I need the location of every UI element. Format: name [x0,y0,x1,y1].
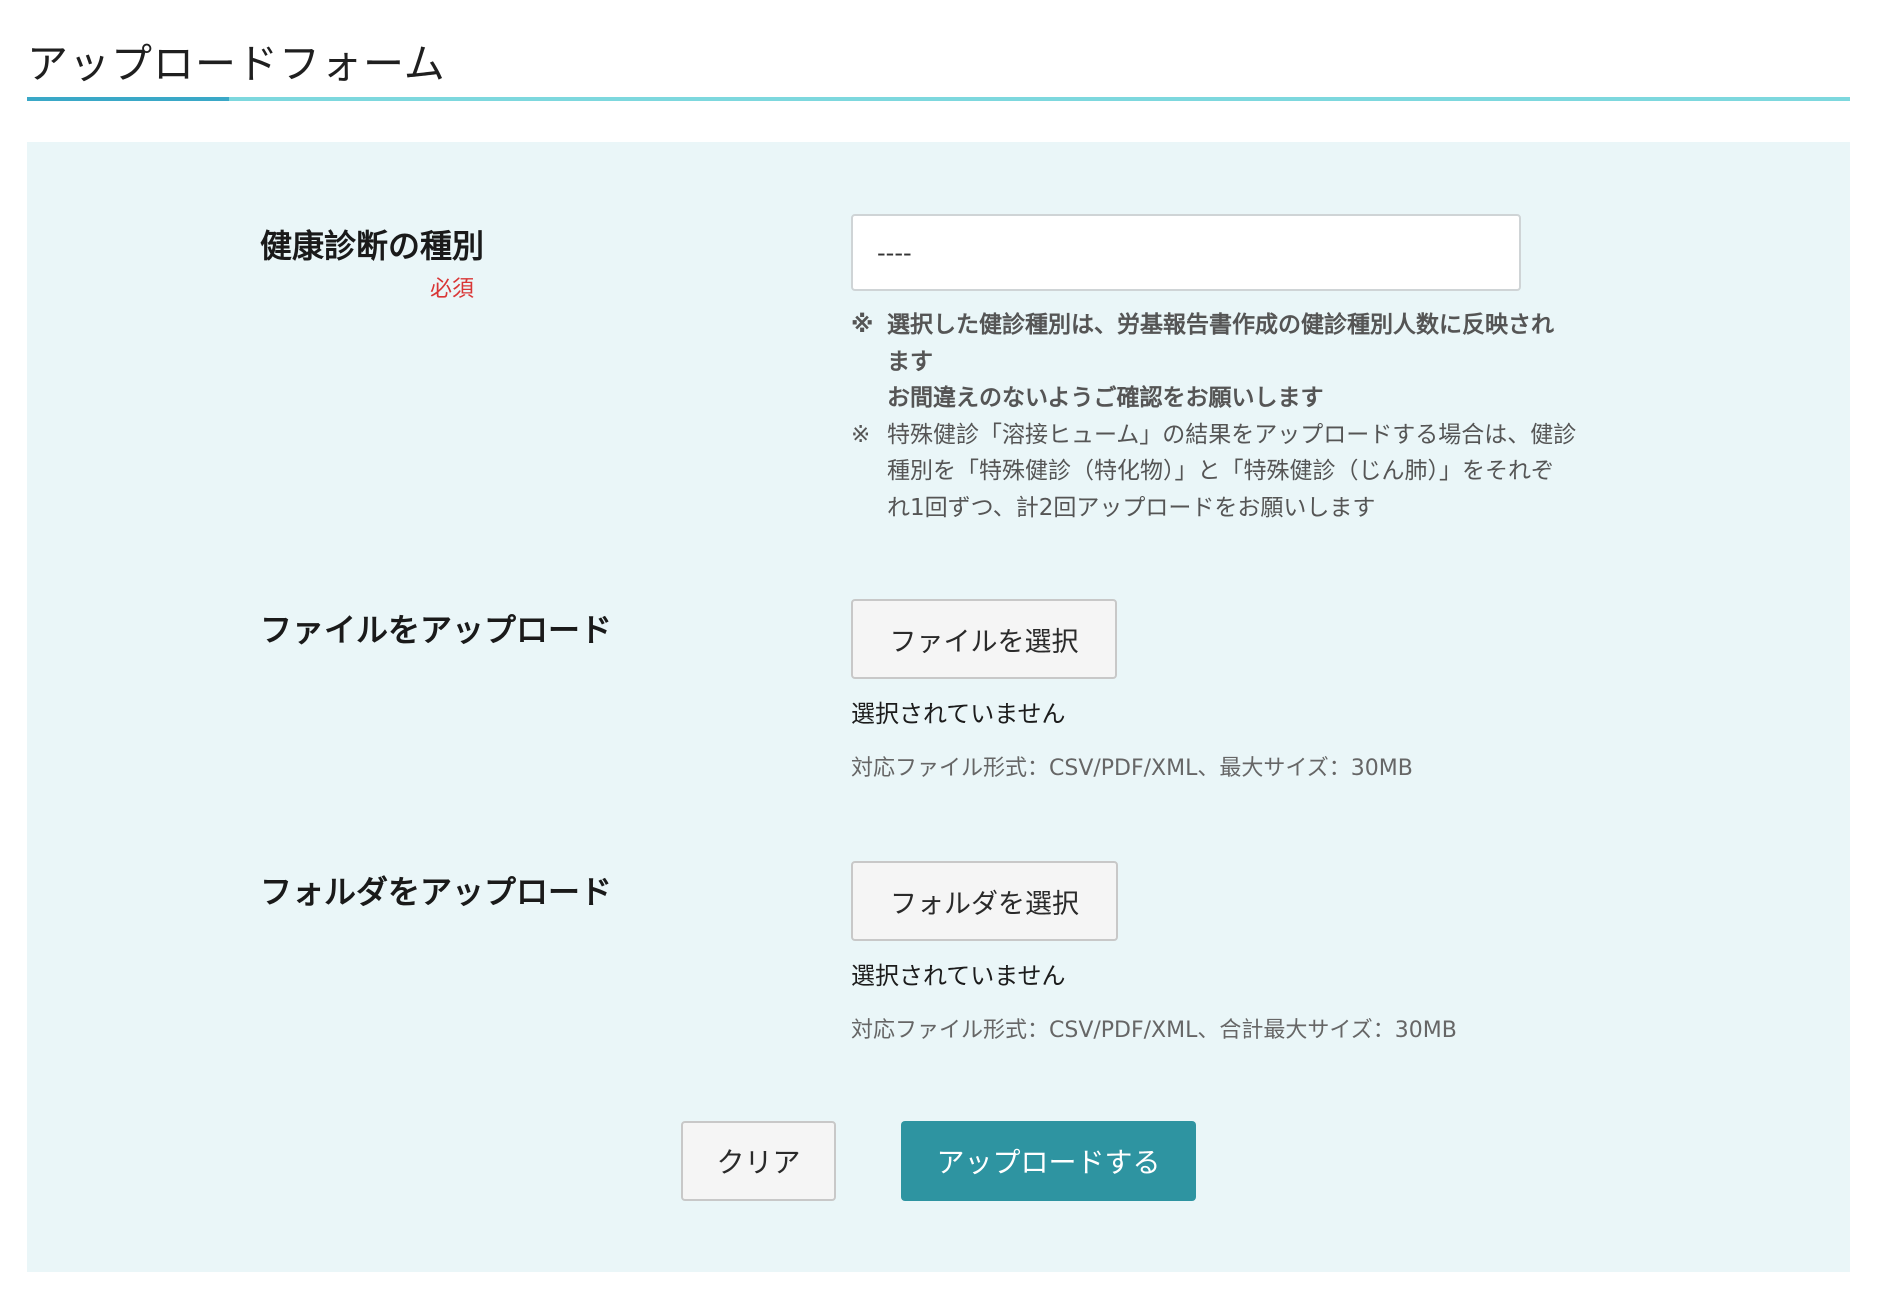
folder-upload-status: 選択されていません [851,962,1066,990]
page-title: アップロードフォーム [27,40,446,88]
upload-form-page: アップロードフォーム 健康診断の種別 必須 ---- ※ 選択した健診種別は、労… [0,0,1880,1292]
choose-folder-button[interactable]: フォルダを選択 [851,861,1118,941]
note-mark: ※ [851,312,874,338]
note-line: お間違えのないようご確認をお願いします [887,385,1324,411]
note-line: 特殊健診「溶接ヒューム」の結果をアップロードする場合は、健診 [887,421,1577,448]
note-line: 選択した健診種別は、労基報告書作成の健診種別人数に反映され [887,312,1554,338]
note-item: ※ 特殊健診「溶接ヒューム」の結果をアップロードする場合は、健診 種別を「特殊健… [851,417,1611,527]
choose-file-button[interactable]: ファイルを選択 [851,599,1117,679]
note-line: ます [887,348,933,375]
folder-upload-hint: 対応ファイル形式：CSV/PDF/XML、合計最大サイズ：30MB [851,1018,1457,1043]
file-upload-hint: 対応ファイル形式：CSV/PDF/XML、最大サイズ：30MB [851,756,1413,781]
folder-upload-label: フォルダをアップロード [260,873,613,911]
title-underline [27,97,1850,101]
title-underline-accent [27,97,229,101]
form-panel: 健康診断の種別 必須 ---- ※ 選択した健診種別は、労基報告書作成の健診種別… [27,142,1850,1272]
note-line: 種別を「特殊健診（特化物）」と「特殊健診（じん肺）」をそれぞ [887,458,1554,484]
clear-button[interactable]: クリア [681,1121,836,1201]
upload-submit-button[interactable]: アップロードする [901,1121,1196,1201]
exam-type-notes: ※ 選択した健診種別は、労基報告書作成の健診種別人数に反映され ます お間違えの… [851,307,1611,526]
required-badge: 必須 [430,277,475,302]
exam-type-select[interactable]: ---- [851,214,1521,291]
note-item: ※ 選択した健診種別は、労基報告書作成の健診種別人数に反映され ます お間違えの… [851,307,1611,417]
file-upload-label: ファイルをアップロード [260,611,613,649]
note-line: れ1回ずつ、計2回アップロードをお願いします [887,494,1376,521]
note-mark: ※ [851,421,871,448]
file-upload-status: 選択されていません [851,700,1066,728]
exam-type-label: 健康診断の種別 [260,227,485,265]
exam-type-select-value: ---- [877,238,912,267]
